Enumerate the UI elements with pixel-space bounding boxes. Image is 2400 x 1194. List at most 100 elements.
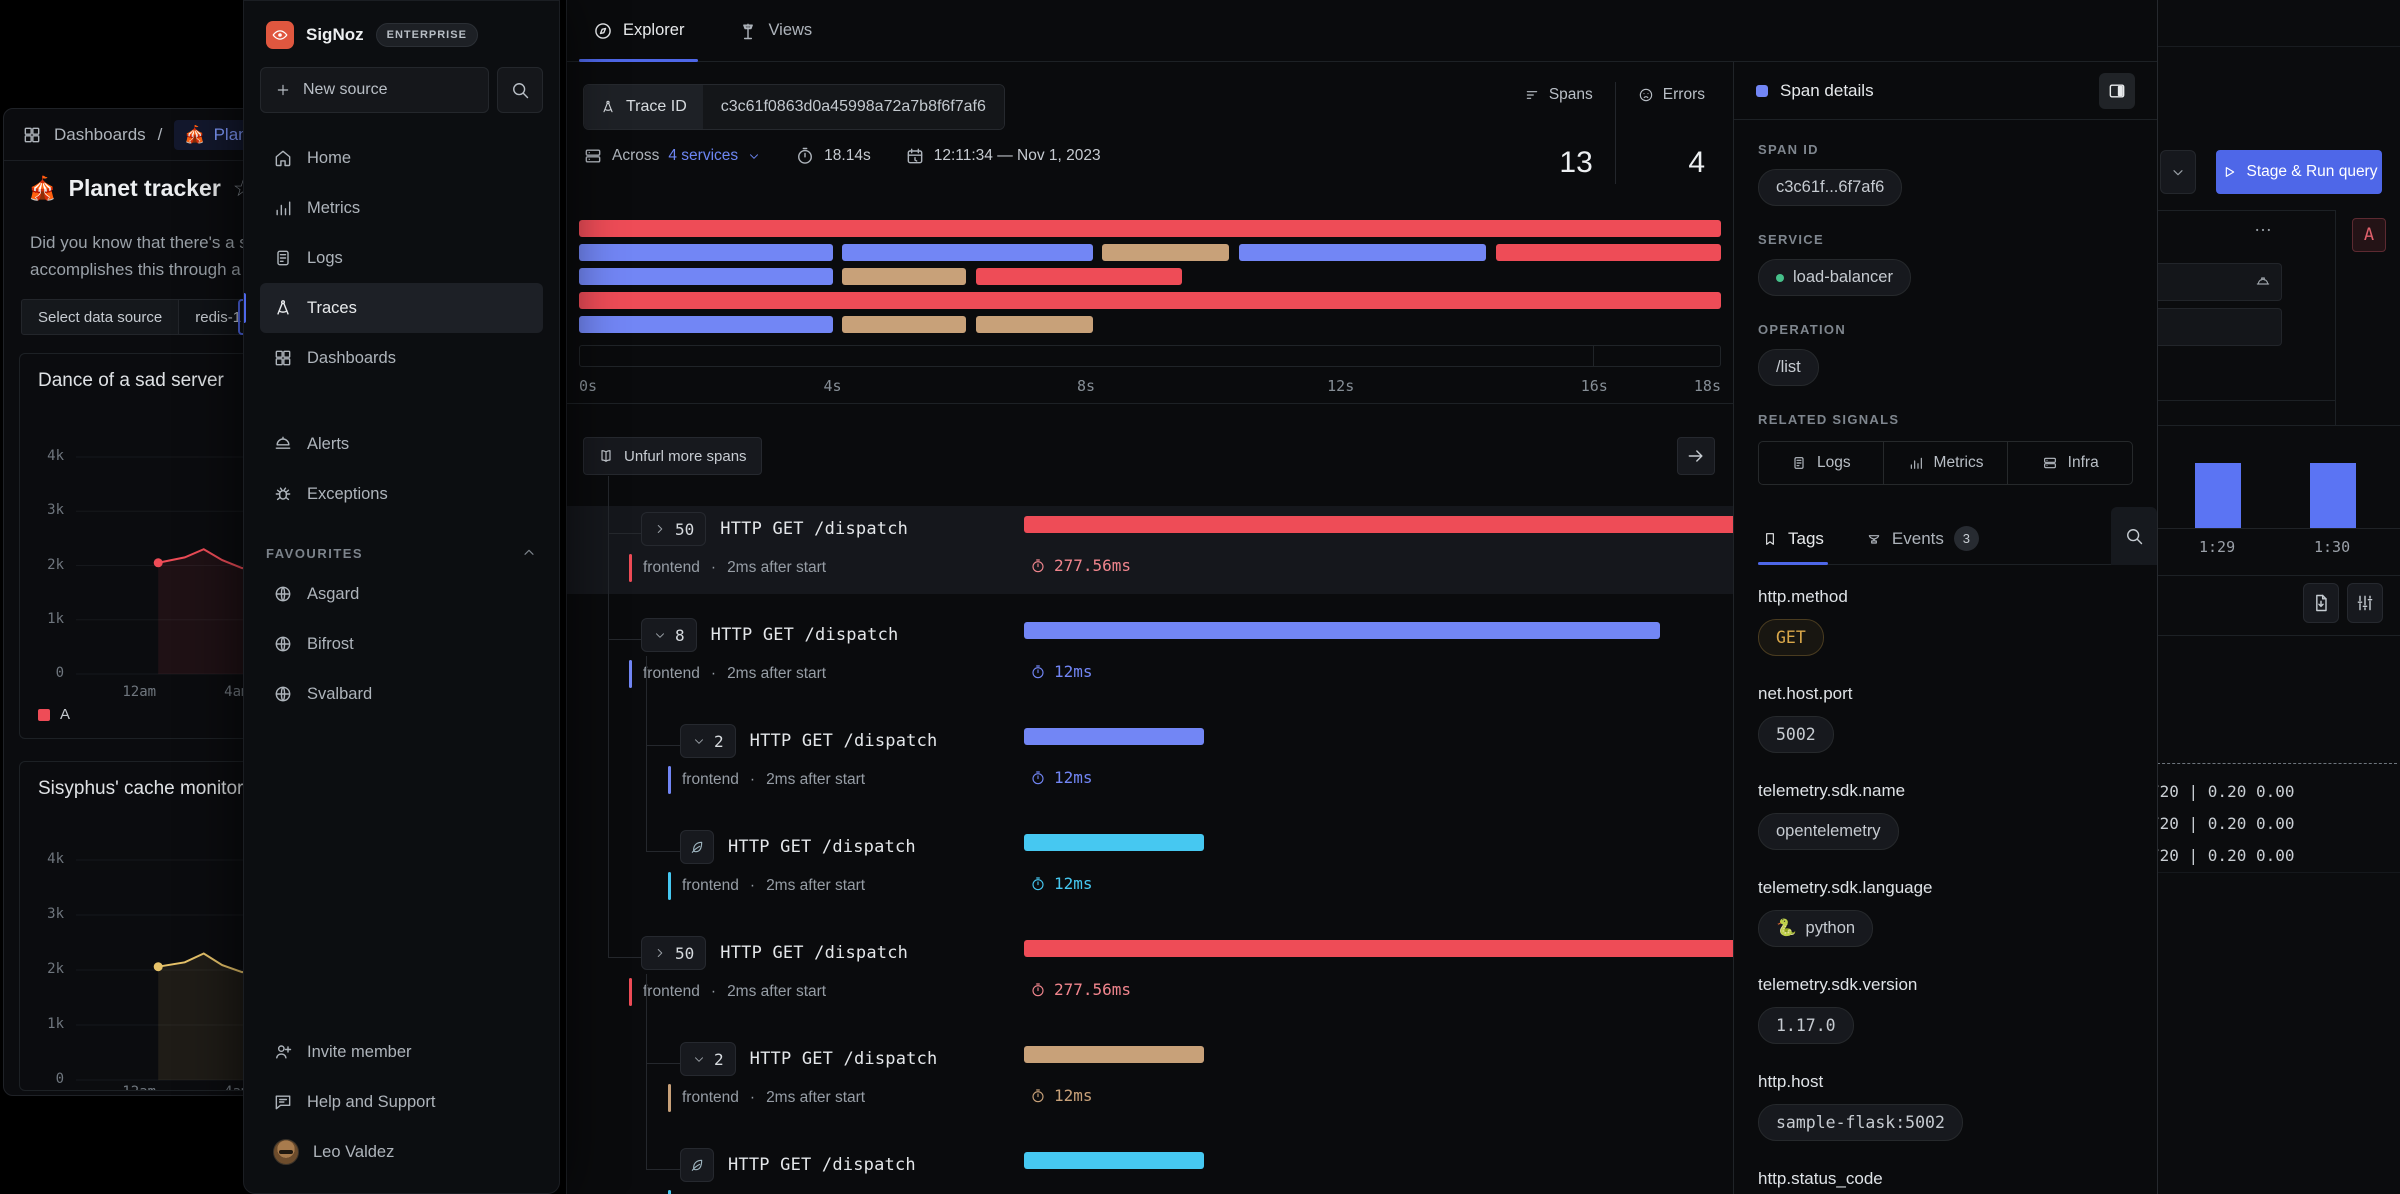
sidebar-item-asgard[interactable]: Asgard	[260, 569, 543, 619]
sidebar-item-label: Bifrost	[307, 635, 354, 654]
span-start-offset: 2ms after start	[727, 983, 826, 1001]
scroll-right-button[interactable]	[1677, 437, 1715, 475]
span-row[interactable]: 2HTTP GET /dispatchfrontend·2ms after st…	[567, 1036, 1733, 1124]
span-row[interactable]: HTTP GET /dispatchfrontend·2ms after sta…	[567, 1142, 1733, 1194]
minimap-row[interactable]	[579, 316, 1721, 333]
span-duration-bar[interactable]	[1024, 516, 1733, 533]
minimap-row[interactable]	[579, 268, 1721, 285]
tag-value-chip[interactable]: GET	[1758, 619, 1824, 656]
expand-toggle[interactable]: 50	[641, 936, 706, 970]
sidebar-item-bifrost[interactable]: Bifrost	[260, 619, 543, 669]
sidebar-item-label: Asgard	[307, 585, 359, 604]
service-chip[interactable]: load-balancer	[1758, 259, 1911, 296]
query-a-chip[interactable]: A	[2352, 218, 2386, 252]
chevron-down-icon	[692, 734, 706, 748]
tab-explorer[interactable]: Explorer	[579, 0, 698, 61]
more-options-icon[interactable]	[2253, 220, 2273, 245]
tag-value-chip[interactable]: sample-flask:5002	[1758, 1104, 1963, 1141]
stopwatch-icon	[1030, 770, 1046, 786]
related-metrics-button[interactable]: Metrics	[1883, 442, 2008, 484]
trace-minimap[interactable]: 0s4s8s12s16s18s	[567, 208, 1733, 404]
spans-count-cell: Spans 13	[1502, 82, 1615, 184]
span-service: frontend	[643, 665, 700, 683]
tag-value-chip[interactable]: 1.17.0	[1758, 1007, 1854, 1044]
expand-toggle[interactable]: 2	[680, 724, 736, 758]
span-details-panel: Span details SPAN ID c3c61f...6f7af6 SER…	[1734, 62, 2157, 1194]
span-duration-bar[interactable]	[1024, 728, 1204, 745]
sidebar-footer-invite-member[interactable]: Invite member	[260, 1027, 543, 1077]
breadcrumb-root[interactable]: Dashboards	[54, 125, 146, 145]
sidebar-item-dashboards[interactable]: Dashboards	[260, 333, 543, 383]
child-count: 2	[714, 1050, 724, 1069]
log-line[interactable]: 720 | 0.20 0.00	[2150, 814, 2295, 833]
options-button[interactable]	[2347, 583, 2383, 623]
traces-icon	[273, 298, 293, 318]
leaf-span-icon[interactable]	[680, 1148, 714, 1182]
tags-search-button[interactable]	[2111, 507, 2157, 565]
sidebar-item-alerts[interactable]: Alerts	[260, 419, 543, 469]
sidebar-item-svalbard[interactable]: Svalbard	[260, 669, 543, 719]
tag-value-chip[interactable]: opentelemetry	[1758, 813, 1899, 850]
span-row[interactable]: 2HTTP GET /dispatchfrontend·2ms after st…	[567, 718, 1733, 806]
minimap-brush[interactable]	[579, 345, 1721, 367]
favourites-header[interactable]: FAVOURITES	[260, 545, 543, 561]
log-separator	[2152, 763, 2397, 764]
stage-run-query-button[interactable]: Stage & Run query	[2216, 150, 2382, 194]
leaf-span-icon[interactable]	[680, 830, 714, 864]
tab-events[interactable]: Events 3	[1862, 513, 1983, 564]
unfurl-more-spans-button[interactable]: Unfurl more spans	[583, 437, 762, 475]
new-source-button[interactable]: New source	[260, 67, 489, 113]
span-id-chip[interactable]: c3c61f...6f7af6	[1758, 169, 1902, 206]
log-line[interactable]: 720 | 0.20 0.00	[2150, 782, 2295, 801]
tag-value-chip[interactable]: 5002	[1758, 716, 1834, 753]
stopwatch-icon	[1030, 982, 1046, 998]
tree-connector	[608, 639, 641, 640]
span-duration-bar[interactable]	[1024, 1046, 1204, 1063]
minimap-row[interactable]	[579, 292, 1721, 309]
span-duration-bar[interactable]	[1024, 622, 1660, 639]
sidebar-item-home[interactable]: Home	[260, 133, 543, 183]
expand-toggle[interactable]: 8	[641, 618, 697, 652]
export-button[interactable]	[2303, 583, 2339, 623]
span-duration: 12ms	[1030, 662, 1093, 681]
span-duration-bar[interactable]	[1024, 834, 1204, 851]
tab-views[interactable]: Views	[724, 0, 826, 61]
trace-id-chip[interactable]: Trace ID c3c61f0863d0a45998a72a7b8f6f7af…	[583, 84, 1005, 130]
dropdown-fragment[interactable]	[2160, 150, 2196, 194]
expand-toggle[interactable]: 50	[641, 512, 706, 546]
sidebar-item-logs[interactable]: Logs	[260, 233, 543, 283]
log-line[interactable]: 720 | 0.20 0.00	[2150, 846, 2295, 865]
span-row[interactable]: 50HTTP GET /dispatchfrontend·2ms after s…	[567, 506, 1733, 594]
span-duration-bar[interactable]	[1024, 940, 1733, 957]
sidebar-item-traces[interactable]: Traces	[260, 283, 543, 333]
separator-dot: ·	[711, 559, 716, 577]
service-label: SERVICE	[1758, 232, 2133, 247]
active-nav-indicator	[243, 293, 246, 323]
related-logs-button[interactable]: Logs	[1759, 442, 1883, 484]
related-infra-button[interactable]: Infra	[2007, 442, 2132, 484]
tag-value-chip[interactable]: 🐍python	[1758, 910, 1873, 947]
tab-tags[interactable]: Tags	[1758, 513, 1828, 564]
minimap-row[interactable]	[579, 220, 1721, 237]
sidebar-search-button[interactable]	[497, 67, 543, 113]
minimap-row[interactable]	[579, 244, 1721, 261]
expand-toggle[interactable]: 2	[680, 1042, 736, 1076]
sidebar-footer-help-and-support[interactable]: Help and Support	[260, 1077, 543, 1127]
query-input-fragment[interactable]	[2158, 308, 2282, 346]
datasource-select[interactable]: Select data source redis-1	[21, 299, 258, 335]
span-row[interactable]: HTTP GET /dispatchfrontend·2ms after sta…	[567, 824, 1733, 912]
query-input-fragment[interactable]	[2158, 263, 2282, 301]
sidebar-item-exceptions[interactable]: Exceptions	[260, 469, 543, 519]
separator-dot: ·	[711, 983, 716, 1001]
services-dropdown[interactable]: Across 4 services	[583, 146, 761, 166]
operation-chip[interactable]: /list	[1758, 349, 1819, 386]
sidebar-footer-leo-valdez[interactable]: Leo Valdez	[260, 1127, 543, 1177]
span-row[interactable]: 8HTTP GET /dispatchfrontend·2ms after st…	[567, 612, 1733, 700]
collapse-panel-button[interactable]	[2099, 73, 2135, 109]
span-row[interactable]: 50HTTP GET /dispatchfrontend·2ms after s…	[567, 930, 1733, 1018]
span-duration-bar[interactable]	[1024, 1152, 1204, 1169]
sidebar-item-metrics[interactable]: Metrics	[260, 183, 543, 233]
minimap-span-tan	[1102, 244, 1229, 261]
sidebar-footer-label: Leo Valdez	[313, 1143, 394, 1162]
axis-tick: 18s	[1694, 377, 1721, 395]
